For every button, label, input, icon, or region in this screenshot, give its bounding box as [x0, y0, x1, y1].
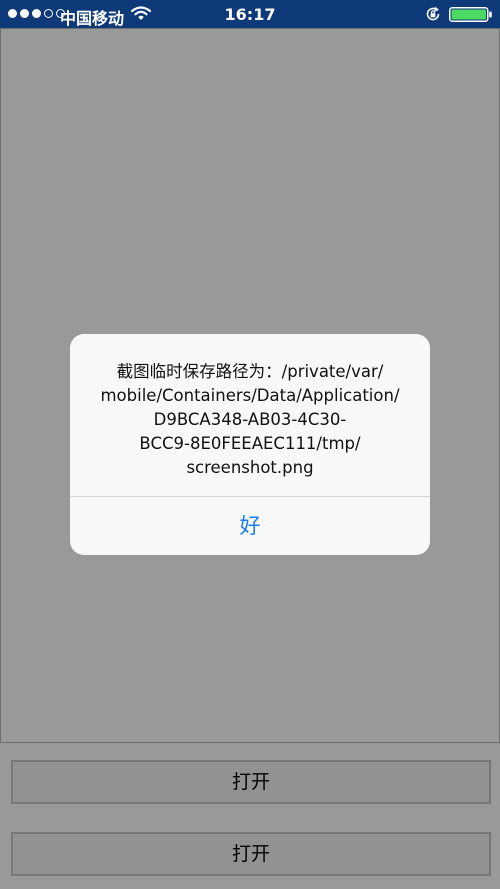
status-bar: 中国移动 16:17	[0, 0, 500, 28]
alert-message-line: BCC9-8E0FEEAEC111/tmp/	[139, 434, 361, 453]
phone-screen: 中国移动 16:17 打开 打开 截图临时保存路径为：/private/var/…	[0, 0, 500, 889]
alert-message-line: D9BCA348-AB03-4C30-	[153, 410, 347, 429]
battery-icon	[449, 7, 493, 26]
rotation-lock-icon	[425, 6, 441, 26]
alert-dialog: 截图临时保存路径为：/private/var/ mobile/Container…	[70, 334, 430, 555]
alert-message-line: mobile/Containers/Data/Application/	[100, 386, 400, 405]
ok-button[interactable]: 好	[70, 497, 430, 555]
alert-message-line: screenshot.png	[186, 458, 314, 477]
alert-message-line: 截图临时保存路径为：/private/var/	[116, 362, 384, 381]
alert-message: 截图临时保存路径为：/private/var/ mobile/Container…	[90, 360, 410, 480]
